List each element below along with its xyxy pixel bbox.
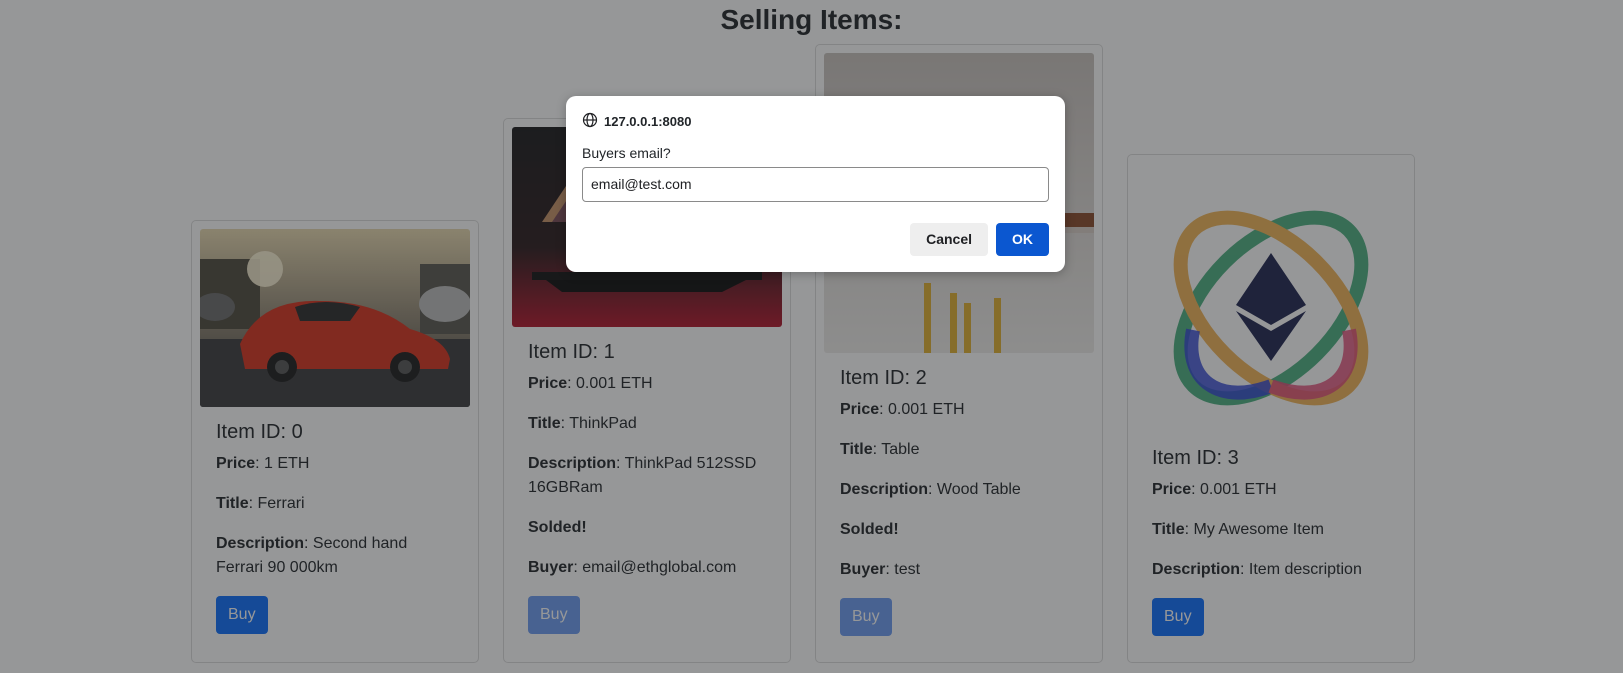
globe-icon: [582, 112, 598, 131]
dialog-origin: 127.0.0.1:8080: [582, 112, 1049, 131]
ok-button[interactable]: OK: [996, 223, 1049, 256]
dialog-actions: Cancel OK: [910, 223, 1049, 256]
email-input[interactable]: email@test.com: [582, 167, 1049, 202]
cancel-button[interactable]: Cancel: [910, 223, 988, 256]
dialog-message: Buyers email?: [582, 145, 671, 161]
prompt-dialog: 127.0.0.1:8080 Buyers email? email@test.…: [566, 96, 1065, 272]
dialog-origin-text: 127.0.0.1:8080: [604, 114, 692, 129]
